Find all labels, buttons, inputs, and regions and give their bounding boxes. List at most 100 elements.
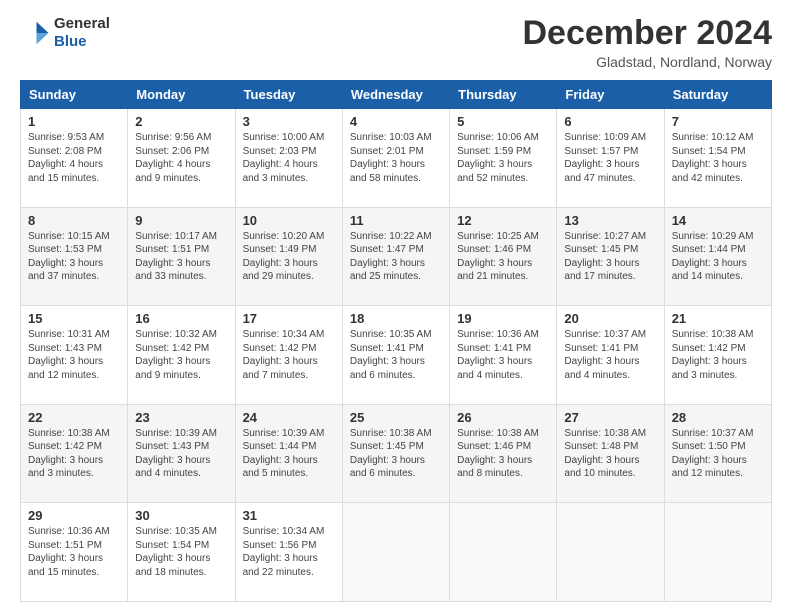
calendar-cell: 16Sunrise: 10:32 AM Sunset: 1:42 PM Dayl… (128, 306, 235, 405)
day-info: Sunrise: 10:38 AM Sunset: 1:42 PM Daylig… (672, 328, 764, 382)
calendar-cell: 8Sunrise: 10:15 AM Sunset: 1:53 PM Dayli… (21, 207, 128, 306)
subtitle: Gladstad, Nordland, Norway (522, 54, 772, 70)
calendar-cell: 4 Sunrise: 10:03 AM Sunset: 2:01 PM Dayli… (342, 109, 449, 208)
day-number: 25 (350, 410, 442, 425)
day-info: Sunrise: 10:34 AM Sunset: 1:42 PM Daylig… (243, 328, 335, 382)
day-number: 1 (28, 114, 120, 129)
day-number: 18 (350, 311, 442, 326)
day-info: Sunrise: 10:38 AM Sunset: 1:46 PM Daylig… (457, 427, 549, 481)
day-info: Sunrise: 10:36 AM Sunset: 1:51 PM Daylig… (28, 525, 120, 579)
day-info: Sunrise: 10:15 AM Sunset: 1:53 PM Daylig… (28, 230, 120, 284)
calendar-header-row: SundayMondayTuesdayWednesdayThursdayFrid… (21, 81, 772, 109)
day-number: 11 (350, 213, 442, 228)
logo: General Blue (20, 15, 110, 51)
day-number: 15 (28, 311, 120, 326)
day-number: 7 (672, 114, 764, 129)
calendar-week-row: 15 Sunrise: 10:31 AM Sunset: 1:43 PM Dayl… (21, 306, 772, 405)
calendar-cell: 22Sunrise: 10:38 AM Sunset: 1:42 PM Dayl… (21, 404, 128, 503)
calendar-cell: 24Sunrise: 10:39 AM Sunset: 1:44 PM Dayl… (235, 404, 342, 503)
day-number: 14 (672, 213, 764, 228)
calendar-cell: 29Sunrise: 10:36 AM Sunset: 1:51 PM Dayl… (21, 503, 128, 602)
calendar-cell (557, 503, 664, 602)
day-number: 10 (243, 213, 335, 228)
calendar-week-row: 22Sunrise: 10:38 AM Sunset: 1:42 PM Dayl… (21, 404, 772, 503)
calendar-cell: 14 Sunrise: 10:29 AM Sunset: 1:44 PM Dayl… (664, 207, 771, 306)
calendar-header-saturday: Saturday (664, 81, 771, 109)
calendar-cell: 26 Sunrise: 10:38 AM Sunset: 1:46 PM Dayl… (450, 404, 557, 503)
calendar-cell: 3Sunrise: 10:00 AM Sunset: 2:03 PM Dayli… (235, 109, 342, 208)
logo-icon (20, 18, 50, 48)
calendar-cell (342, 503, 449, 602)
calendar-header-monday: Monday (128, 81, 235, 109)
calendar-cell: 7Sunrise: 10:12 AM Sunset: 1:54 PM Dayli… (664, 109, 771, 208)
header: General Blue December 2024 Gladstad, Nor… (20, 15, 772, 70)
logo-text: General Blue (54, 15, 110, 51)
day-number: 4 (350, 114, 442, 129)
calendar-cell: 28 Sunrise: 10:37 AM Sunset: 1:50 PM Dayl… (664, 404, 771, 503)
calendar-table: SundayMondayTuesdayWednesdayThursdayFrid… (20, 80, 772, 602)
calendar-cell: 5 Sunrise: 10:06 AM Sunset: 1:59 PM Dayli… (450, 109, 557, 208)
day-number: 5 (457, 114, 549, 129)
calendar-cell: 13Sunrise: 10:27 AM Sunset: 1:45 PM Dayl… (557, 207, 664, 306)
day-info: Sunrise: 10:34 AM Sunset: 1:56 PM Daylig… (243, 525, 335, 579)
day-number: 23 (135, 410, 227, 425)
day-number: 17 (243, 311, 335, 326)
day-info: Sunrise: 10:35 AM Sunset: 1:41 PM Daylig… (350, 328, 442, 382)
calendar-cell: 20Sunrise: 10:37 AM Sunset: 1:41 PM Dayl… (557, 306, 664, 405)
day-number: 19 (457, 311, 549, 326)
day-number: 2 (135, 114, 227, 129)
day-info: Sunrise: 9:56 AM Sunset: 2:06 PM Dayligh… (135, 131, 227, 185)
day-info: Sunrise: 10:39 AM Sunset: 1:43 PM Daylig… (135, 427, 227, 481)
day-number: 16 (135, 311, 227, 326)
day-info: Sunrise: 10:29 AM Sunset: 1:44 PM Daylig… (672, 230, 764, 284)
calendar-cell: 23 Sunrise: 10:39 AM Sunset: 1:43 PM Dayl… (128, 404, 235, 503)
day-info: Sunrise: 10:17 AM Sunset: 1:51 PM Daylig… (135, 230, 227, 284)
calendar-cell: 30 Sunrise: 10:35 AM Sunset: 1:54 PM Dayl… (128, 503, 235, 602)
calendar-week-row: 1 Sunrise: 9:53 AM Sunset: 2:08 PM Daylig… (21, 109, 772, 208)
day-info: Sunrise: 10:25 AM Sunset: 1:46 PM Daylig… (457, 230, 549, 284)
calendar-cell: 27Sunrise: 10:38 AM Sunset: 1:48 PM Dayl… (557, 404, 664, 503)
day-info: Sunrise: 10:36 AM Sunset: 1:41 PM Daylig… (457, 328, 549, 382)
calendar-cell: 31Sunrise: 10:34 AM Sunset: 1:56 PM Dayl… (235, 503, 342, 602)
day-info: Sunrise: 10:06 AM Sunset: 1:59 PM Daylig… (457, 131, 549, 185)
day-number: 24 (243, 410, 335, 425)
calendar-cell: 2 Sunrise: 9:56 AM Sunset: 2:06 PM Daylig… (128, 109, 235, 208)
day-info: Sunrise: 10:22 AM Sunset: 1:47 PM Daylig… (350, 230, 442, 284)
day-number: 12 (457, 213, 549, 228)
page: General Blue December 2024 Gladstad, Nor… (0, 0, 792, 612)
calendar-cell: 25 Sunrise: 10:38 AM Sunset: 1:45 PM Dayl… (342, 404, 449, 503)
day-info: Sunrise: 10:27 AM Sunset: 1:45 PM Daylig… (564, 230, 656, 284)
day-number: 26 (457, 410, 549, 425)
calendar-cell: 11 Sunrise: 10:22 AM Sunset: 1:47 PM Dayl… (342, 207, 449, 306)
day-number: 30 (135, 508, 227, 523)
calendar-header-friday: Friday (557, 81, 664, 109)
calendar-cell: 17 Sunrise: 10:34 AM Sunset: 1:42 PM Dayl… (235, 306, 342, 405)
day-info: Sunrise: 10:09 AM Sunset: 1:57 PM Daylig… (564, 131, 656, 185)
calendar-cell: 9 Sunrise: 10:17 AM Sunset: 1:51 PM Dayli… (128, 207, 235, 306)
day-info: Sunrise: 10:38 AM Sunset: 1:45 PM Daylig… (350, 427, 442, 481)
calendar-cell: 6 Sunrise: 10:09 AM Sunset: 1:57 PM Dayli… (557, 109, 664, 208)
day-number: 21 (672, 311, 764, 326)
main-title: December 2024 (522, 15, 772, 52)
day-number: 20 (564, 311, 656, 326)
day-info: Sunrise: 10:03 AM Sunset: 2:01 PM Daylig… (350, 131, 442, 185)
day-info: Sunrise: 10:38 AM Sunset: 1:48 PM Daylig… (564, 427, 656, 481)
calendar-header-sunday: Sunday (21, 81, 128, 109)
calendar-cell: 18 Sunrise: 10:35 AM Sunset: 1:41 PM Dayl… (342, 306, 449, 405)
day-info: Sunrise: 10:37 AM Sunset: 1:50 PM Daylig… (672, 427, 764, 481)
day-number: 28 (672, 410, 764, 425)
calendar-cell: 21 Sunrise: 10:38 AM Sunset: 1:42 PM Dayl… (664, 306, 771, 405)
day-info: Sunrise: 10:35 AM Sunset: 1:54 PM Daylig… (135, 525, 227, 579)
day-info: Sunrise: 9:53 AM Sunset: 2:08 PM Dayligh… (28, 131, 120, 185)
calendar-cell: 15 Sunrise: 10:31 AM Sunset: 1:43 PM Dayl… (21, 306, 128, 405)
day-info: Sunrise: 10:31 AM Sunset: 1:43 PM Daylig… (28, 328, 120, 382)
day-number: 3 (243, 114, 335, 129)
calendar-week-row: 29Sunrise: 10:36 AM Sunset: 1:51 PM Dayl… (21, 503, 772, 602)
day-number: 6 (564, 114, 656, 129)
day-number: 22 (28, 410, 120, 425)
calendar-header-wednesday: Wednesday (342, 81, 449, 109)
day-number: 9 (135, 213, 227, 228)
calendar-cell: 1 Sunrise: 9:53 AM Sunset: 2:08 PM Daylig… (21, 109, 128, 208)
calendar-cell: 12 Sunrise: 10:25 AM Sunset: 1:46 PM Dayl… (450, 207, 557, 306)
calendar-week-row: 8Sunrise: 10:15 AM Sunset: 1:53 PM Dayli… (21, 207, 772, 306)
